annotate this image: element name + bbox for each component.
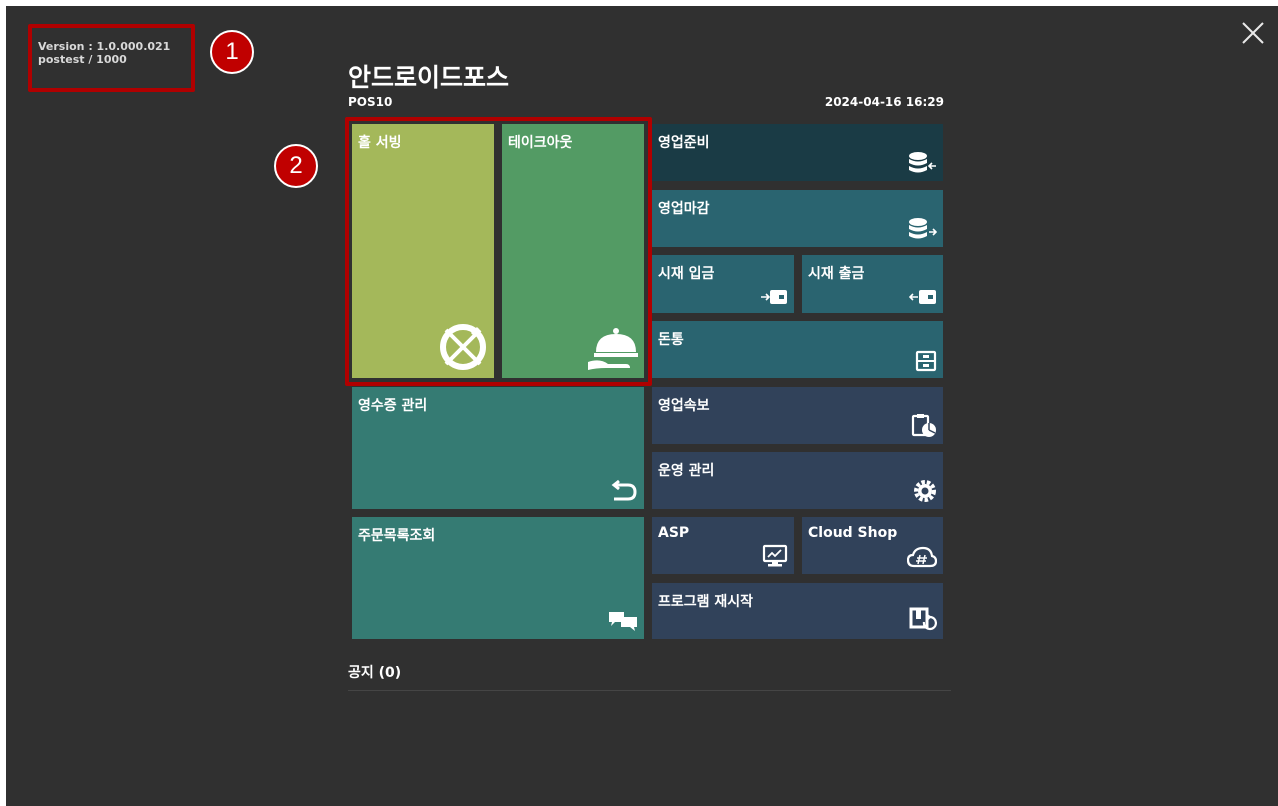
annotation-box-2 [345, 117, 652, 386]
cloud-hash-icon [907, 546, 937, 568]
tile-label: 영업마감 [658, 201, 710, 217]
tile-cash-deposit[interactable]: 시재 입금 [652, 255, 794, 313]
tile-label: 돈통 [658, 332, 684, 348]
tile-receipt-management[interactable]: 영수증 관리 [352, 387, 644, 509]
cash-drawer-icon [915, 350, 937, 372]
tile-label: 영업준비 [658, 135, 710, 151]
annotation-badge-1: 1 [210, 30, 254, 74]
database-in-icon [909, 152, 936, 173]
gear-icon [914, 480, 936, 502]
clipboard-chart-icon [911, 414, 936, 437]
tile-label: 프로그램 재시작 [658, 594, 754, 610]
return-arrow-icon [611, 479, 637, 501]
wallet-in-icon [761, 290, 787, 304]
notice-divider [348, 690, 951, 691]
wallet-out-icon [909, 290, 936, 304]
tile-asp[interactable]: ASP [652, 517, 794, 574]
database-out-icon [909, 218, 937, 239]
annotation-box-1 [28, 24, 195, 92]
annotation-badge-2: 2 [274, 144, 318, 188]
tile-business-close[interactable]: 영업마감 [652, 190, 943, 247]
tile-label: 시재 출금 [808, 266, 865, 282]
tile-label: Cloud Shop [808, 525, 898, 541]
pos-id: POS10 [348, 95, 393, 109]
tile-program-restart[interactable]: 프로그램 재시작 [652, 583, 943, 639]
tile-cash-drawer[interactable]: 돈통 [652, 321, 943, 378]
chat-bubbles-icon [609, 612, 637, 631]
monitor-icon [762, 544, 788, 567]
tile-label: 운영 관리 [658, 463, 715, 479]
tile-cash-withdraw[interactable]: 시재 출금 [802, 255, 943, 313]
tile-label: 시재 입금 [658, 266, 715, 282]
close-button[interactable] [1240, 20, 1266, 46]
tile-order-list[interactable]: 주문목록조회 [352, 517, 644, 639]
tile-business-open[interactable]: 영업준비 [652, 124, 943, 181]
datetime: 2024-04-16 16:29 [824, 95, 944, 109]
tile-sales-report[interactable]: 영업속보 [652, 387, 943, 444]
notice-header[interactable]: 공지 (0) [348, 662, 401, 682]
tile-label: 영업속보 [658, 398, 710, 414]
close-icon [1242, 22, 1264, 44]
tile-operation-management[interactable]: 운영 관리 [652, 452, 943, 509]
tile-label: 주문목록조회 [358, 528, 436, 544]
page-title: 안드로이드포스 [348, 63, 510, 92]
tile-label: 영수증 관리 [358, 398, 428, 414]
restart-icon [909, 607, 937, 631]
tile-cloud-shop[interactable]: Cloud Shop [802, 517, 943, 574]
tile-label: ASP [658, 525, 690, 541]
